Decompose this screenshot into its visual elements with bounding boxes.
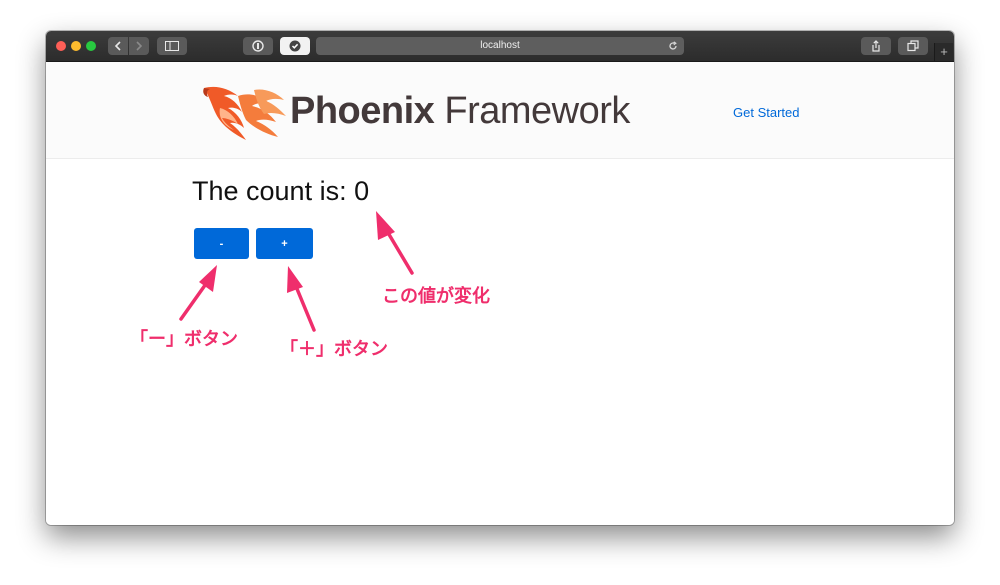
reload-button[interactable] — [668, 37, 678, 57]
password-manager-icon — [252, 40, 264, 52]
tab-overview-button[interactable] — [898, 37, 928, 55]
logo-bold-text: Phoenix — [290, 90, 435, 132]
site-header: Phoenix Framework Get Started — [46, 62, 954, 159]
address-bar[interactable]: localhost — [316, 37, 684, 55]
share-button[interactable] — [861, 37, 891, 55]
decrement-button[interactable]: - — [194, 228, 249, 259]
zoom-window-button[interactable] — [86, 41, 96, 51]
reload-icon — [669, 41, 677, 50]
logo-regular-text: Framework — [434, 90, 630, 132]
phoenix-logo-icon — [203, 86, 286, 140]
close-window-button[interactable] — [56, 41, 66, 51]
sidebar-icon — [165, 41, 179, 51]
browser-window: localhost + Phoenix Framework Get Starte… — [46, 31, 954, 525]
annotation-value-changes: この値が変化 — [382, 286, 490, 307]
title-bar: localhost + — [46, 31, 954, 62]
back-button[interactable] — [108, 37, 128, 55]
forward-button[interactable] — [129, 37, 149, 55]
get-started-link[interactable]: Get Started — [733, 105, 799, 120]
share-icon — [872, 40, 880, 52]
chevron-left-icon — [114, 41, 121, 51]
sidebar-toggle-button[interactable] — [157, 37, 187, 55]
tab-overview-icon — [907, 40, 919, 52]
address-text: localhost — [480, 40, 520, 51]
extension-button[interactable] — [280, 37, 310, 55]
annotation-plus-button: 「＋」ボタン — [280, 339, 388, 360]
chevron-right-icon — [136, 41, 143, 51]
checkmark-icon — [289, 40, 301, 52]
count-label: The count is: 0 — [192, 176, 370, 206]
password-manager-button[interactable] — [243, 37, 273, 55]
navigation-buttons — [108, 37, 150, 55]
annotation-minus-button: 「ー」ボタン — [130, 329, 238, 350]
minimize-window-button[interactable] — [71, 41, 81, 51]
increment-button[interactable]: + — [256, 228, 313, 259]
site-logo-text: Phoenix Framework — [290, 89, 630, 133]
new-tab-button[interactable]: + — [934, 43, 953, 61]
page-content: Phoenix Framework Get Started The count … — [46, 62, 954, 525]
